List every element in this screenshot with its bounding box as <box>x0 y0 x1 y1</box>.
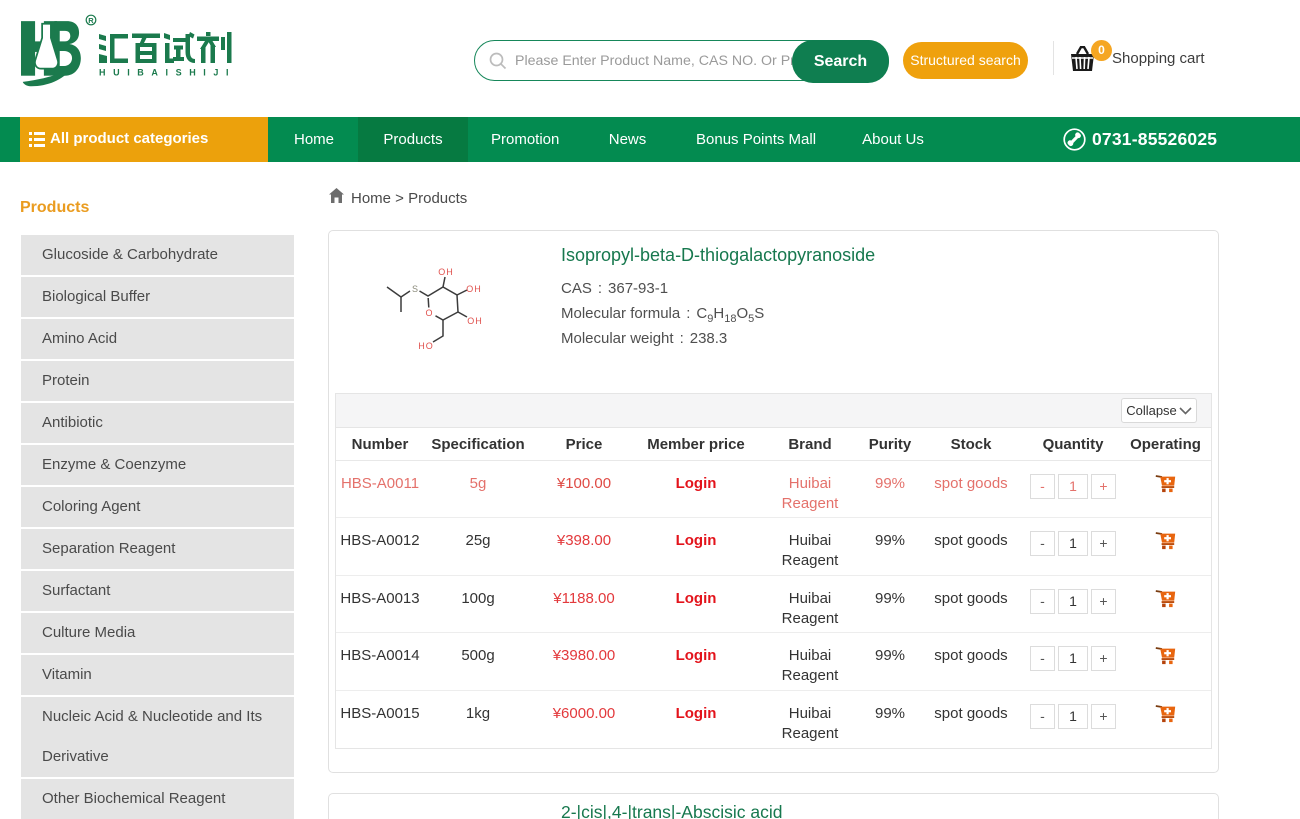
svg-text:HO: HO <box>418 341 434 351</box>
svg-text:R: R <box>88 16 94 25</box>
svg-text:OH: OH <box>466 284 482 294</box>
svg-text:HUIBAISHIJI: HUIBAISHIJI <box>99 68 235 78</box>
svg-text:S: S <box>412 284 418 294</box>
svg-text:OH: OH <box>467 316 483 326</box>
svg-text:OH: OH <box>438 267 454 277</box>
svg-text:O: O <box>425 308 432 318</box>
